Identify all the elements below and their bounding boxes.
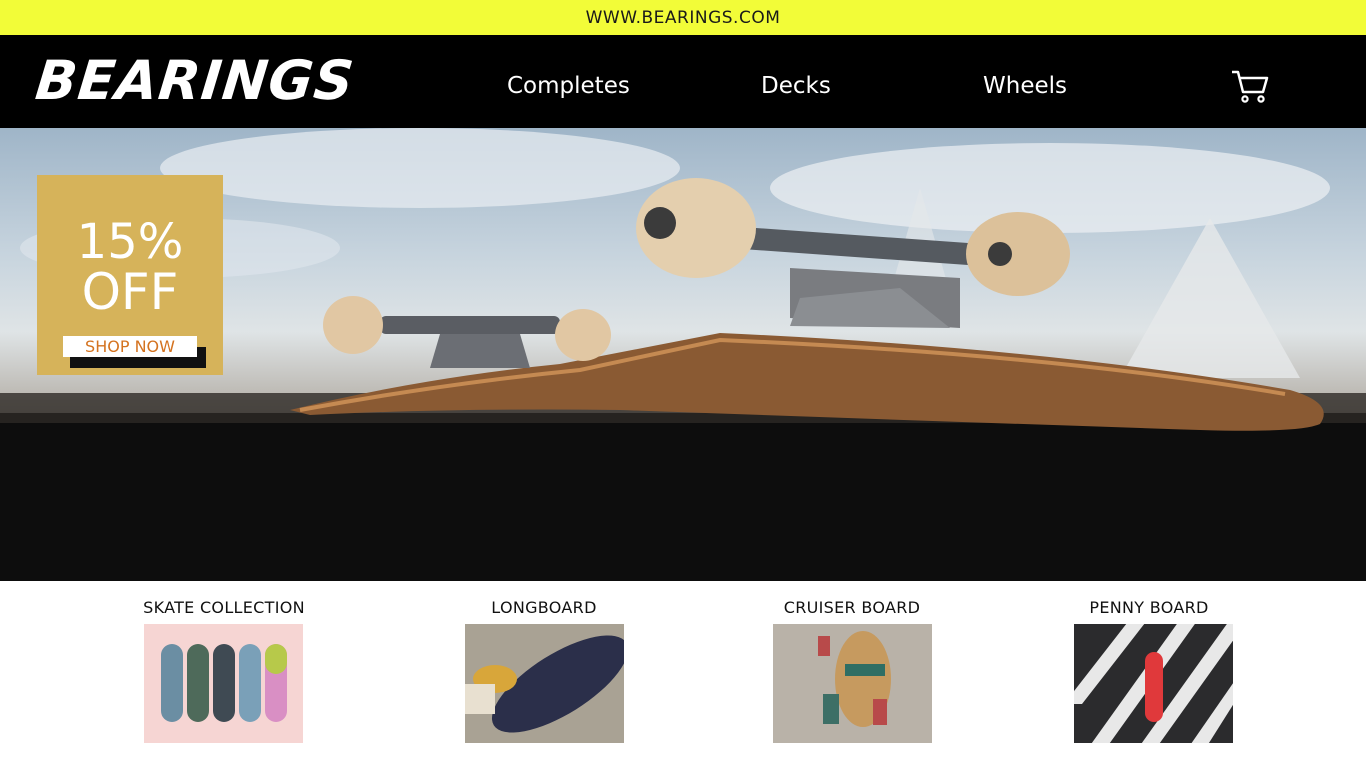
nav-link-completes[interactable]: Completes [507, 73, 630, 99]
top-banner: WWW.BEARINGS.COM [0, 0, 1366, 35]
brand-logo[interactable]: BEARINGS [33, 49, 358, 112]
shop-now-button[interactable]: SHOP NOW [63, 336, 197, 357]
category-longboard[interactable]: LONGBOARD [434, 598, 654, 617]
nav-link-decks[interactable]: Decks [761, 73, 831, 99]
hero-banner: 15% OFF SHOP NOW [0, 128, 1366, 581]
main-nav: BEARINGS Completes Decks Wheels [0, 35, 1366, 128]
category-title[interactable]: PENNY BOARD [1039, 598, 1259, 617]
cruiser-board-image[interactable] [773, 624, 932, 743]
longboard-image[interactable] [465, 624, 624, 743]
category-title[interactable]: SKATE COLLECTION [114, 598, 334, 617]
category-title[interactable]: LONGBOARD [434, 598, 654, 617]
category-skate-collection[interactable]: SKATE COLLECTION [114, 598, 334, 617]
category-penny-board[interactable]: PENNY BOARD [1039, 598, 1259, 617]
site-url[interactable]: WWW.BEARINGS.COM [586, 8, 781, 28]
promo-percent: 15% [76, 214, 184, 270]
promo-card: 15% OFF SHOP NOW [37, 175, 223, 375]
skate-collection-image[interactable] [144, 624, 303, 743]
penny-board-image[interactable] [1074, 624, 1233, 743]
promo-off-label: OFF [81, 263, 179, 321]
category-cruiser-board[interactable]: CRUISER BOARD [742, 598, 962, 617]
nav-link-wheels[interactable]: Wheels [983, 73, 1067, 99]
category-title[interactable]: CRUISER BOARD [742, 598, 962, 617]
cart-icon[interactable] [1230, 69, 1270, 105]
